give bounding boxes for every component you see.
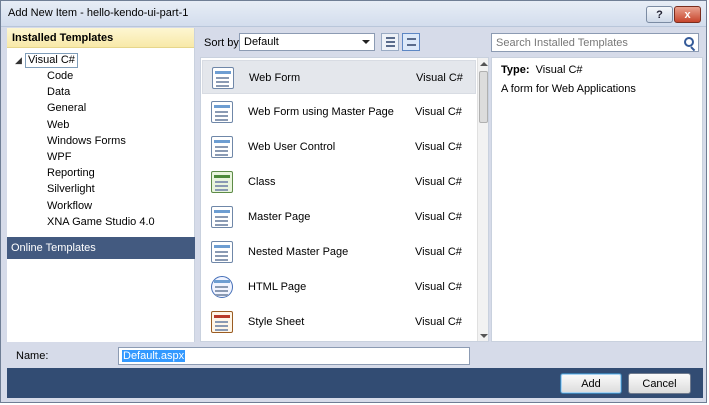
template-type: Type: Visual C# [501,64,583,76]
template-row-html-page[interactable]: HTML Page Visual C# [202,270,476,304]
details-view-icon [407,38,416,40]
list-view-icon-line [386,45,395,47]
type-value: Visual C# [535,64,583,76]
web-form-icon [212,67,234,89]
tree-item-wpf[interactable]: WPF [7,149,194,165]
tree-node-visual-csharp[interactable]: ◢ Visual C# [7,52,194,68]
search-icon[interactable] [684,37,694,47]
template-language: Visual C# [415,211,462,223]
search-placeholder: Search Installed Templates [496,37,628,49]
template-row-web-form[interactable]: Web Form Visual C# [202,60,476,94]
tree-item-xna-game-studio[interactable]: XNA Game Studio 4.0 [7,214,194,230]
small-icons-view-button[interactable] [381,33,399,51]
template-language: Visual C# [415,316,462,328]
template-row-style-sheet[interactable]: Style Sheet Visual C# [202,305,476,339]
window-title: Add New Item - hello-kendo-ui-part-1 [8,7,189,19]
tree-item-workflow[interactable]: Workflow [7,198,194,214]
scrollbar-thumb[interactable] [479,71,488,123]
template-name: Nested Master Page [248,246,349,258]
template-categories-panel: Installed Templates ◢ Visual C# Code Dat… [7,28,195,342]
add-button[interactable]: Add [560,373,622,394]
online-templates-item[interactable]: Online Templates [7,237,195,259]
category-tree: ◢ Visual C# Code Data General Web Window… [7,48,194,230]
name-bar: Name: Default.aspx [1,344,706,368]
class-icon [211,171,233,193]
sort-by-select[interactable]: Default [239,33,375,51]
template-language: Visual C# [415,246,462,258]
template-row-nested-master-page[interactable]: Nested Master Page Visual C# [202,235,476,269]
user-control-icon [211,136,233,158]
template-details-panel: Type: Visual C# A form for Web Applicati… [491,57,703,342]
tree-item-general[interactable]: General [7,100,194,116]
tree-item-reporting[interactable]: Reporting [7,165,194,181]
help-button[interactable]: ? [646,6,673,23]
template-name: Web Form using Master Page [248,106,394,118]
close-button[interactable]: x [674,6,701,23]
template-language: Visual C# [415,176,462,188]
tree-item-data[interactable]: Data [7,84,194,100]
tree-item-silverlight[interactable]: Silverlight [7,181,194,197]
template-name: Master Page [248,211,311,223]
template-name: Web Form [249,72,301,84]
type-label: Type: [501,64,530,76]
scroll-up-icon[interactable] [480,62,488,66]
template-row-web-user-control[interactable]: Web User Control Visual C# [202,130,476,164]
template-language: Visual C# [415,281,462,293]
name-label: Name: [16,350,49,362]
template-toolbar: Sort by: Default Search Installed Templa… [197,30,703,56]
sort-by-label: Sort by: [204,37,242,49]
template-description: A form for Web Applications [501,83,636,95]
list-view-icon-line [386,41,395,43]
search-templates-input[interactable]: Search Installed Templates [491,33,699,52]
sort-by-value: Default [244,36,279,48]
template-name: HTML Page [248,281,307,293]
dialog-footer: Add Cancel [7,368,703,398]
expand-arrow-icon[interactable]: ◢ [15,55,25,66]
tree-node-label: Visual C# [25,52,78,68]
web-form-master-icon [211,101,233,123]
template-language: Visual C# [415,106,462,118]
details-view-icon-line [407,44,416,46]
master-page-icon [211,206,233,228]
installed-templates-header: Installed Templates [7,28,194,48]
nested-master-page-icon [211,241,233,263]
template-list-scrollbar[interactable] [477,58,488,341]
medium-icons-view-button[interactable] [402,33,420,51]
template-language: Visual C# [416,72,463,84]
template-name: Style Sheet [248,316,305,328]
add-new-item-dialog: Add New Item - hello-kendo-ui-part-1 ? x… [0,0,707,403]
cancel-button[interactable]: Cancel [628,373,691,394]
tree-item-code[interactable]: Code [7,68,194,84]
html-page-icon [211,276,233,298]
scroll-down-icon[interactable] [480,334,488,338]
template-name: Web User Control [248,141,336,153]
template-name: Class [248,176,276,188]
tree-item-web[interactable]: Web [7,117,194,133]
template-row-web-form-master[interactable]: Web Form using Master Page Visual C# [202,95,476,129]
name-input-selected-text: Default.aspx [122,350,186,362]
template-language: Visual C# [415,141,462,153]
template-row-master-page[interactable]: Master Page Visual C# [202,200,476,234]
chevron-down-icon [362,40,370,44]
template-row-class[interactable]: Class Visual C# [202,165,476,199]
template-list: Web Form Visual C# Web Form using Master… [200,57,489,342]
title-bar: Add New Item - hello-kendo-ui-part-1 ? x [1,1,706,27]
tree-item-windows-forms[interactable]: Windows Forms [7,133,194,149]
style-sheet-icon [211,311,233,333]
list-view-icon [386,37,395,39]
